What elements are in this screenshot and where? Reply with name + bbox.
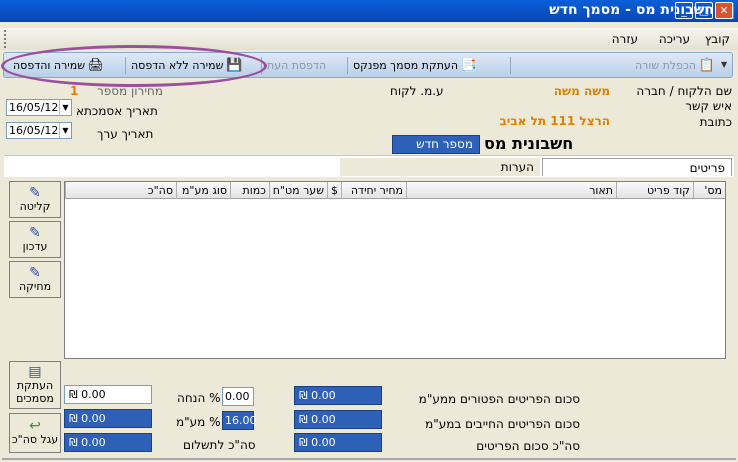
- minimize-button[interactable]: _: [675, 2, 693, 19]
- document-title: חשבונית מס: [484, 134, 574, 153]
- copy-documents-button[interactable]: ▤ העתקת מסמכים: [9, 361, 61, 409]
- tab-notes[interactable]: הערות: [340, 158, 540, 176]
- printer-icon: 🖨: [87, 57, 104, 73]
- update-button[interactable]: ✎ עדכון: [9, 221, 61, 258]
- document-copy-icon: ▤: [28, 363, 42, 380]
- value-date-label: תאריך ערך: [97, 127, 154, 141]
- menu-edit[interactable]: עריכה: [659, 32, 690, 46]
- receive-label: קליטה: [19, 199, 51, 213]
- value-date-value: 16/05/12: [9, 124, 59, 137]
- save-no-print-label: שמירה ללא הדפסה: [131, 59, 224, 72]
- chevron-down-icon[interactable]: ▼: [59, 123, 71, 138]
- address-value[interactable]: הרצל 111 תל אביב: [499, 114, 610, 128]
- duplicate-icon: 📋: [698, 57, 715, 73]
- close-button[interactable]: ✕: [715, 2, 733, 19]
- save-no-print-button[interactable]: 💾 שמירה ללא הדפסה: [128, 56, 245, 75]
- price-list-value[interactable]: 1: [70, 84, 78, 98]
- duplicate-row-label: הכפלת שורה: [634, 59, 696, 72]
- print-copy-button[interactable]: הדפסת העת: [264, 56, 329, 75]
- customer-name-label: שם הלקוח / חברה: [636, 84, 732, 98]
- tab-items[interactable]: פריטים: [542, 158, 732, 176]
- items-grid[interactable]: מס' קוד פריט תאור מחיר יחידה $ שער מט"ח …: [64, 181, 726, 359]
- contact-label: איש קשר: [685, 99, 732, 113]
- col-total[interactable]: סה"כ: [65, 182, 176, 199]
- reference-date-label: תאריך אסמכתא: [76, 104, 158, 118]
- copy-from-ledger-button[interactable]: 📑 העתקת מסמך מפנקס: [350, 56, 480, 75]
- menu-grip[interactable]: [4, 30, 8, 48]
- vat-pct-field[interactable]: 16.00: [222, 411, 257, 430]
- to-pay-amount-field[interactable]: ₪ 0.00: [64, 433, 152, 452]
- maximize-button[interactable]: □: [695, 2, 713, 19]
- col-unit-price[interactable]: מחיר יחידה: [341, 182, 406, 199]
- exempt-total-field[interactable]: ₪ 0.00: [294, 386, 382, 405]
- copy-documents-label: העתקת מסמכים: [16, 378, 54, 405]
- items-total-label: סה"כ סכום הפריטים: [476, 439, 580, 453]
- reference-date-picker[interactable]: 16/05/12 ▼: [6, 99, 72, 116]
- col-vat-type[interactable]: סוג מע"מ: [176, 182, 230, 199]
- delete-button[interactable]: ✎ מחיקה: [9, 261, 61, 298]
- col-currency[interactable]: $: [327, 182, 341, 199]
- delete-label: מחיקה: [18, 279, 52, 293]
- toolbar-dropdown-icon[interactable]: ▼: [721, 58, 729, 72]
- update-label: עדכון: [22, 239, 48, 253]
- receive-button[interactable]: ✎ קליטה: [9, 181, 61, 218]
- menu-file[interactable]: קובץ: [705, 32, 730, 46]
- discount-label: % הנחה: [177, 391, 221, 405]
- col-quantity[interactable]: כמות: [230, 182, 269, 199]
- taxable-total-label: סכום הפריטים החייבים במע"מ: [425, 417, 580, 431]
- save-and-print-button[interactable]: 🖨 שמירה והדפסה: [10, 56, 107, 75]
- round-total-label: עגל סה"כ: [11, 433, 59, 446]
- toolbar-separator: [510, 57, 511, 74]
- edit-pen-icon: ✎: [29, 184, 41, 201]
- status-divider: [2, 458, 736, 460]
- toolbar-separator: [347, 57, 348, 74]
- copy-from-ledger-label: העתקת מסמך מפנקס: [353, 59, 459, 72]
- price-list-label: מחירון מספר: [96, 84, 163, 98]
- duplicate-row-button[interactable]: 📋 הכפלת שורה: [632, 56, 718, 75]
- print-copy-label: הדפסת העת: [267, 59, 327, 72]
- address-label: כתובת: [699, 115, 732, 129]
- items-total-field[interactable]: ₪ 0.00: [294, 433, 382, 452]
- chevron-down-icon[interactable]: ▼: [59, 100, 71, 115]
- copy-ledger-icon: 📑: [460, 57, 478, 73]
- customer-name-value[interactable]: משה משה: [554, 84, 610, 98]
- customer-id-label: ע.מ. לקוח: [390, 84, 444, 98]
- document-number-field[interactable]: מספר חדש: [392, 135, 480, 154]
- to-pay-label: סה"כ לתשלום: [183, 438, 256, 452]
- undo-arrow-icon: ↩: [29, 418, 41, 434]
- menu-bar: קובץ עריכה עזרה: [0, 28, 738, 50]
- vat-label: % מע"מ: [176, 415, 221, 429]
- save-disk-icon: 💾: [226, 57, 243, 73]
- discount-pct-input[interactable]: 0.00: [222, 387, 254, 406]
- col-row-no[interactable]: מס': [693, 182, 725, 199]
- vat-amount-field[interactable]: ₪ 0.00: [64, 409, 152, 428]
- toolbar-separator: [261, 57, 262, 74]
- edit-pen-icon: ✎: [29, 264, 41, 281]
- col-rate[interactable]: שער מט"ח: [269, 182, 327, 199]
- menu-help[interactable]: עזרה: [612, 32, 638, 46]
- edit-pen-icon: ✎: [29, 224, 41, 241]
- col-description[interactable]: תאור: [406, 182, 616, 199]
- taxable-total-field[interactable]: ₪ 0.00: [294, 410, 382, 429]
- value-date-picker[interactable]: 16/05/12 ▼: [6, 122, 72, 139]
- save-and-print-label: שמירה והדפסה: [13, 59, 85, 72]
- exempt-total-label: סכום הפריטים הפטורים ממע"מ: [418, 392, 580, 406]
- grid-header: מס' קוד פריט תאור מחיר יחידה $ שער מט"ח …: [65, 182, 725, 199]
- tab-strip: הערות פריטים: [4, 155, 734, 177]
- toolbar-separator: [125, 57, 126, 74]
- discount-amount-input[interactable]: ₪ 0.00: [64, 385, 152, 404]
- round-total-button[interactable]: ↩ עגל סה"כ: [9, 413, 61, 453]
- title-bar: חשבונית מס - מסמך חדש ✕ □ _: [0, 0, 738, 22]
- reference-date-value: 16/05/12: [9, 101, 59, 114]
- col-item-code[interactable]: קוד פריט: [616, 182, 693, 199]
- toolbar: ▼ 📋 הכפלת שורה 📑 העתקת מסמך מפנקס הדפסת …: [3, 52, 733, 78]
